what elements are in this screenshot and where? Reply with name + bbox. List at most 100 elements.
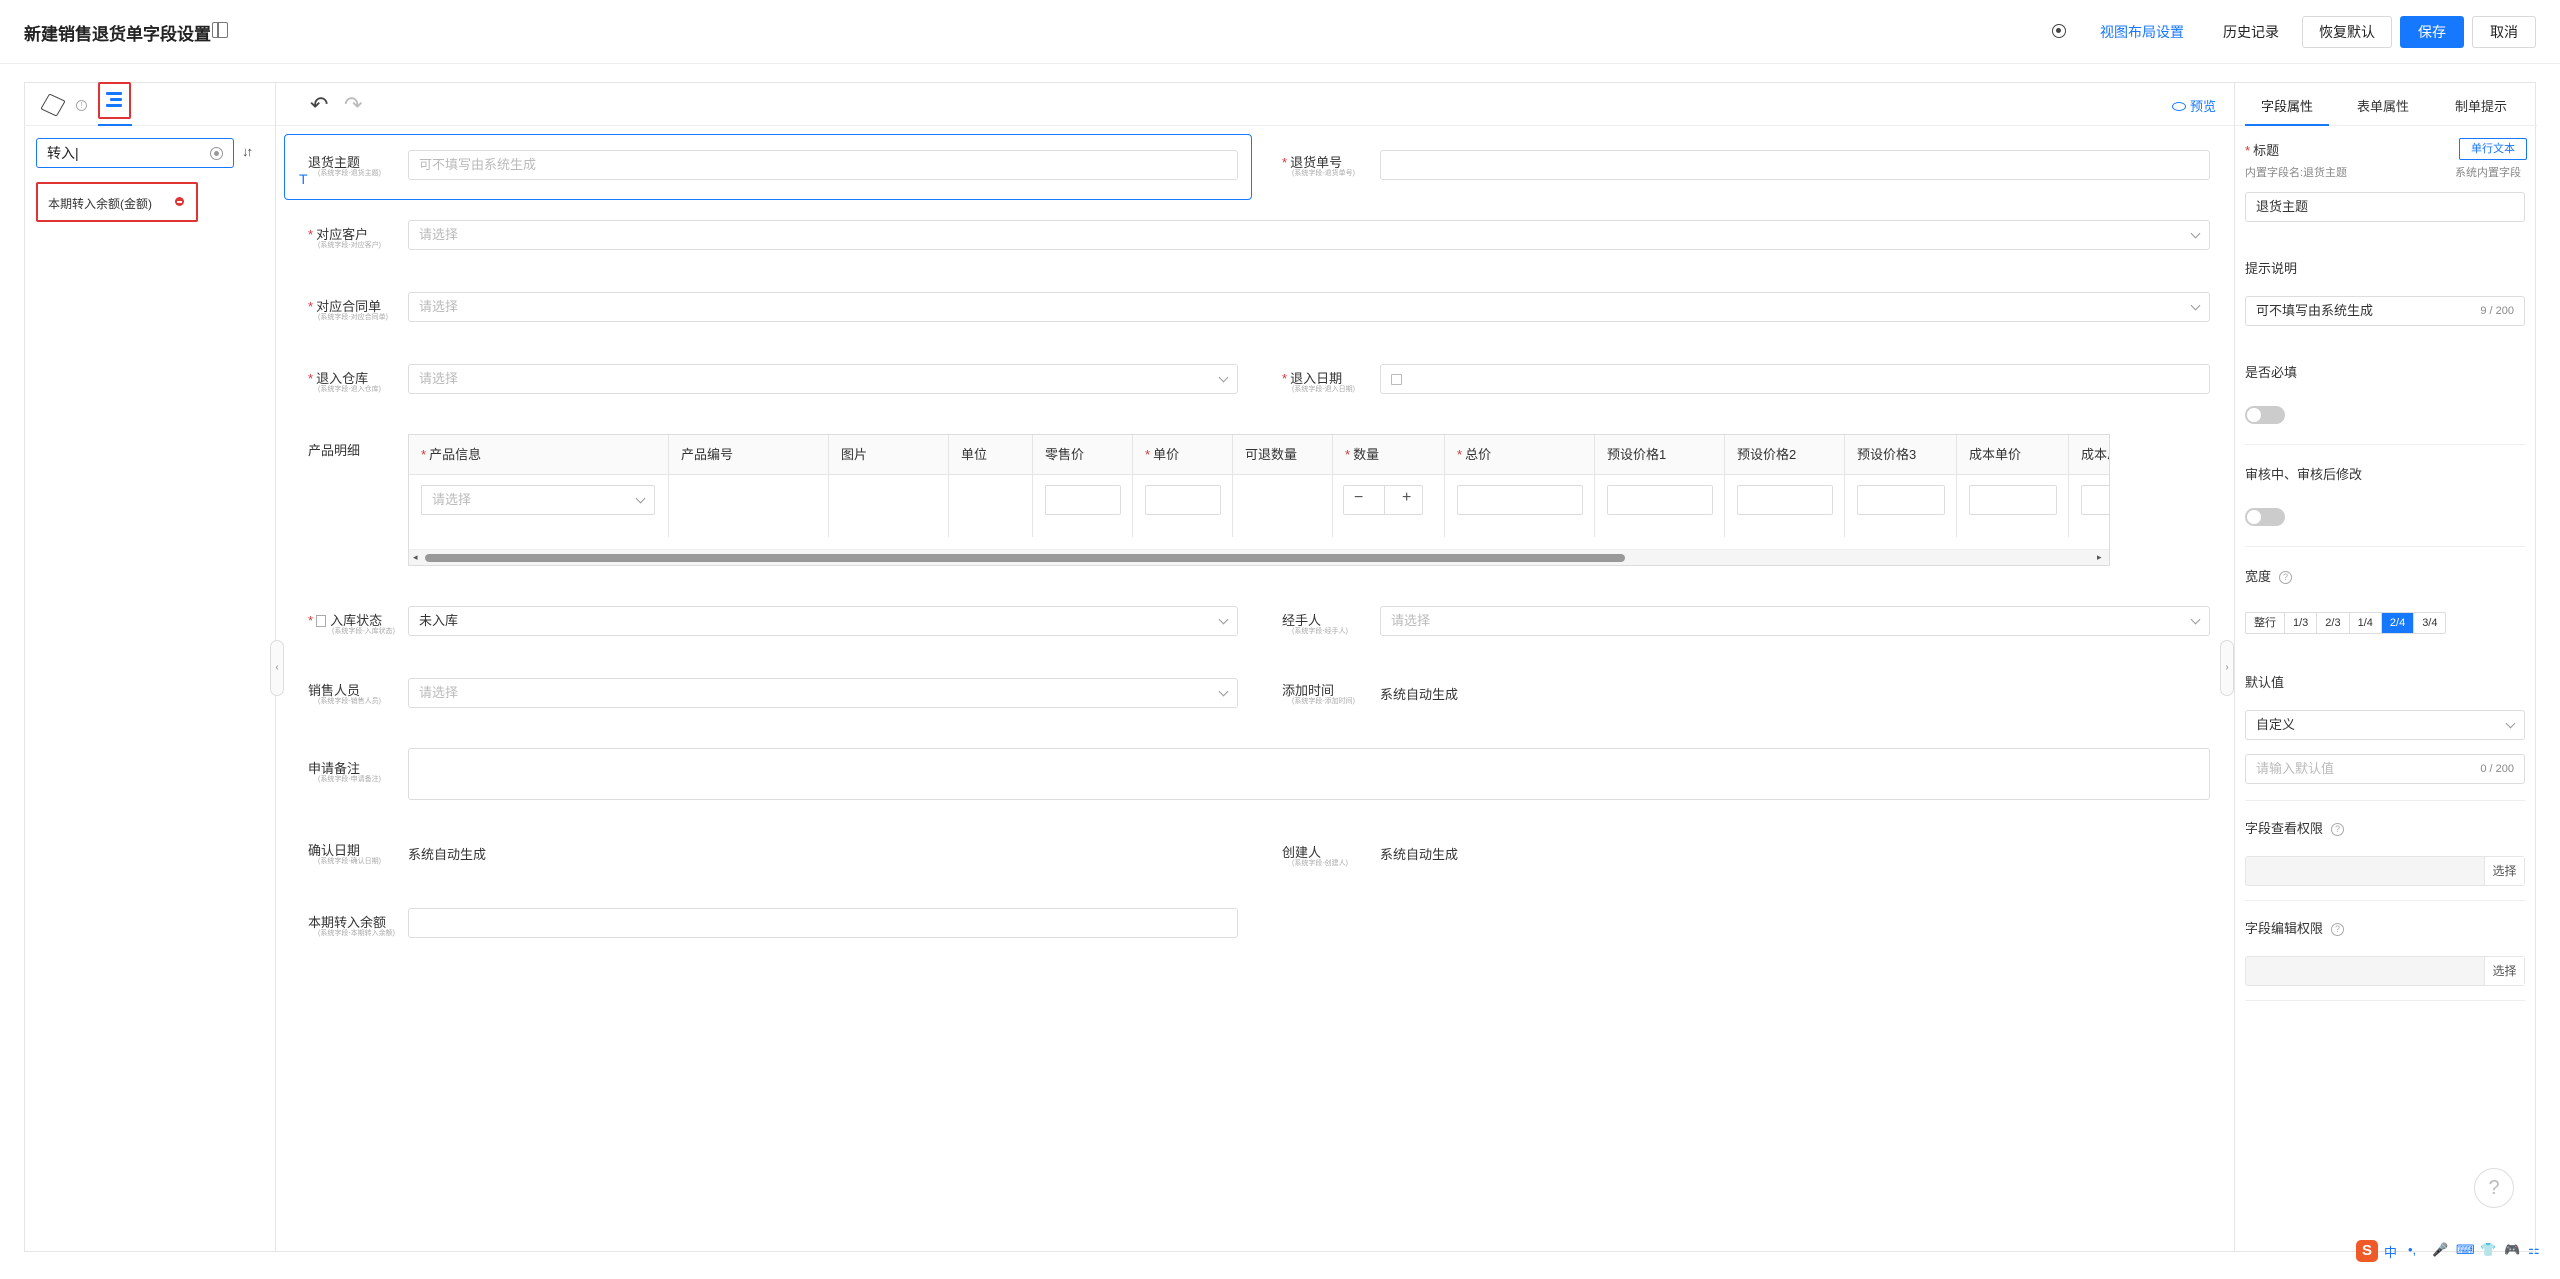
help-button[interactable]: ? (2474, 1168, 2514, 1208)
table-cell-input[interactable] (1045, 485, 1121, 515)
width-option[interactable]: 1/3 (2285, 613, 2318, 633)
handler-select[interactable]: 请选择 (1380, 606, 2210, 636)
redo-icon[interactable]: ↷ (344, 92, 362, 118)
tab-field-properties[interactable]: 字段属性 (2261, 96, 2313, 115)
table-cell-input[interactable] (1857, 485, 1945, 515)
hint-input[interactable]: 可不填写由系统生成 9 / 200 (2245, 296, 2525, 326)
subject-input[interactable]: 可不填写由系统生成 (408, 150, 1238, 180)
header-label: 单价 (1153, 447, 1180, 462)
table-cell (669, 475, 829, 537)
table-cell-input[interactable] (1737, 485, 1833, 515)
table-header-cell: * 总价 (1445, 435, 1595, 475)
minus-icon[interactable]: − (1354, 489, 1363, 507)
title-input[interactable]: 退货主题 (2245, 192, 2525, 222)
text-type-icon: T (299, 171, 308, 187)
select-button[interactable]: 选择 (2484, 957, 2524, 985)
default-label: 默认值 (2245, 675, 2285, 690)
product-select[interactable]: 请选择 (421, 485, 655, 515)
save-button[interactable]: 保存 (2400, 16, 2464, 48)
eye-icon (2172, 102, 2186, 111)
add-time-value: 系统自动生成 (1380, 687, 1459, 702)
edit-after-review-toggle[interactable] (2245, 508, 2285, 526)
tab-tips[interactable]: 制单提示 (2455, 96, 2507, 115)
salesperson-select[interactable]: 请选择 (408, 678, 1238, 708)
width-option[interactable]: 2/4 (2381, 613, 2415, 633)
edit-permission-field[interactable]: 选择 (2245, 956, 2525, 986)
header-label: 数量 (1353, 447, 1380, 462)
select-value: 自定义 (2256, 717, 2296, 732)
scroll-left-icon[interactable]: ◂ (413, 552, 418, 563)
default-value-input[interactable]: 请输入默认值 0 / 200 (2245, 754, 2525, 784)
table-cell (2069, 475, 2109, 537)
scroll-right-icon[interactable]: ▸ (2097, 552, 2102, 563)
customer-select[interactable]: 请选择 (408, 220, 2210, 250)
select-button[interactable]: 选择 (2484, 857, 2524, 885)
remove-icon[interactable] (175, 197, 184, 206)
undo-icon[interactable]: ↶ (310, 92, 328, 118)
table-cell-input[interactable] (2081, 485, 2109, 515)
table-cell-input[interactable] (1607, 485, 1713, 515)
clear-search-icon[interactable] (210, 147, 223, 160)
header-label: 成本单价 (1969, 447, 2022, 462)
collapse-right-handle[interactable]: › (2220, 640, 2234, 696)
warehouse-select[interactable]: 请选择 (408, 364, 1238, 394)
order-no-input[interactable] (1380, 150, 2210, 180)
plus-icon[interactable]: + (1402, 489, 1411, 507)
ime-tool-icon[interactable]: 👕 (2480, 1242, 2496, 1258)
builtin-name: 内置字段名:退货主题 (2245, 167, 2348, 179)
search-result-item[interactable]: 本期转入余额(金额) (36, 182, 198, 222)
field-search-input[interactable]: 转入| (36, 138, 234, 168)
table-cell-input[interactable] (1969, 485, 2057, 515)
ime-tool-icon[interactable]: 🎤 (2432, 1242, 2448, 1258)
table-cell-input[interactable] (1145, 485, 1221, 515)
active-tab-indicator (98, 124, 132, 126)
help-icon[interactable]: ? (2331, 823, 2345, 836)
settings-icon[interactable] (2052, 24, 2066, 38)
table-cell-input[interactable] (1457, 485, 1583, 515)
view-permission-field[interactable]: 选择 (2245, 856, 2525, 886)
width-option[interactable]: 2/3 (2317, 613, 2350, 633)
table-header-cell: 预设价格3 (1845, 435, 1957, 475)
structure-icon[interactable] (106, 92, 122, 108)
default-type-select[interactable]: 自定义 (2245, 710, 2525, 740)
help-icon[interactable]: ? (2279, 571, 2293, 584)
cancel-button[interactable]: 取消 (2472, 16, 2536, 48)
layout-toggle-icon[interactable] (212, 22, 228, 38)
remark-textarea[interactable] (408, 748, 2210, 800)
tab-form-properties[interactable]: 表单属性 (2357, 96, 2409, 115)
ime-tool-icon[interactable]: ⚏ (2528, 1242, 2540, 1258)
preview-button[interactable]: 预览 (2172, 96, 2216, 115)
contract-select[interactable]: 请选择 (408, 292, 2210, 322)
required-toggle[interactable] (2245, 406, 2285, 424)
restore-default-button[interactable]: 恢复默认 (2302, 16, 2392, 48)
select-placeholder: 请选择 (419, 299, 459, 314)
table-scrollbar[interactable]: ◂ ▸ (409, 549, 2109, 565)
input-placeholder: 请输入默认值 (2256, 761, 2335, 776)
preview-label: 预览 (2190, 99, 2217, 114)
return-date-picker[interactable] (1380, 364, 2210, 394)
history-link[interactable]: 历史记录 (2223, 22, 2279, 42)
sort-icon[interactable]: ↓↑ (242, 144, 253, 159)
width-option[interactable]: 整行 (2246, 613, 2285, 633)
balance-input[interactable] (408, 908, 1238, 938)
scrollbar-thumb[interactable] (425, 554, 1625, 562)
help-icon[interactable]: ? (2331, 923, 2345, 936)
stock-status-select[interactable]: 未入库 (408, 606, 1238, 636)
header-label: 总价 (1465, 447, 1492, 462)
table-header-cell: 成本总价 (2069, 435, 2109, 475)
divider (2245, 546, 2525, 547)
ime-tool-icon[interactable]: ⌨ (2456, 1242, 2475, 1258)
width-option[interactable]: 3/4 (2414, 613, 2445, 633)
divider (2245, 444, 2525, 445)
quantity-stepper[interactable]: − + (1343, 485, 1423, 515)
table-header-cell: 零售价 (1033, 435, 1133, 475)
view-layout-link[interactable]: 视图布局设置 (2100, 22, 2184, 42)
field-sublabel: (系统字段-对应客户) (318, 242, 381, 249)
ime-tool-icon[interactable]: 🎮 (2504, 1242, 2520, 1258)
ime-tool-icon[interactable]: •, (2408, 1242, 2416, 1257)
divider (2245, 900, 2525, 901)
components-icon[interactable] (40, 93, 66, 117)
ime-logo-icon[interactable]: S (2356, 1240, 2378, 1262)
width-option[interactable]: 1/4 (2350, 613, 2382, 633)
ime-tool-icon[interactable]: 中 (2384, 1242, 2397, 1261)
